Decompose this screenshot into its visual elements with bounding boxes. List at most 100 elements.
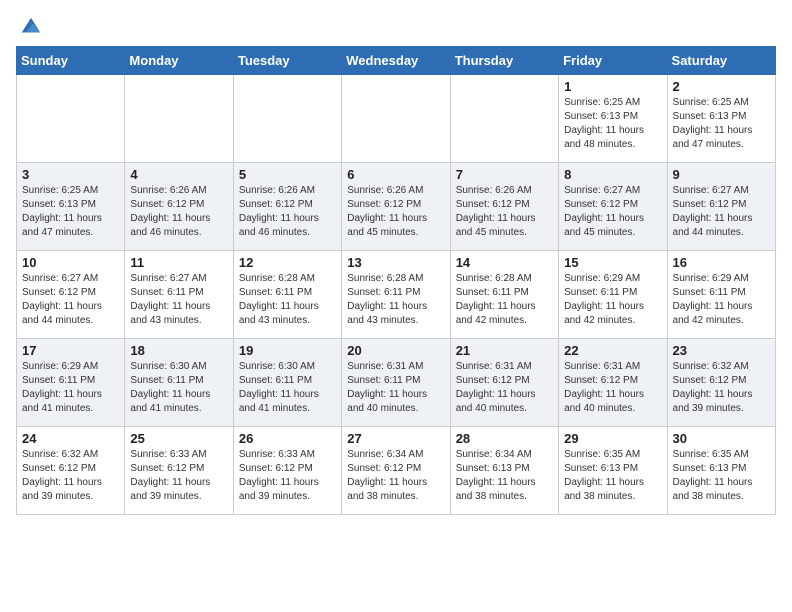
day-number: 2 xyxy=(673,79,770,94)
calendar-cell: 24 Sunrise: 6:32 AM Sunset: 6:12 PM Dayli… xyxy=(17,427,125,515)
day-number: 24 xyxy=(22,431,119,446)
day-info: Sunrise: 6:28 AM Sunset: 6:11 PM Dayligh… xyxy=(347,272,444,328)
day-info: Sunrise: 6:29 AM Sunset: 6:11 PM Dayligh… xyxy=(22,360,119,416)
day-number: 26 xyxy=(239,431,336,446)
day-number: 12 xyxy=(239,255,336,270)
day-number: 29 xyxy=(564,431,661,446)
day-info: Sunrise: 6:32 AM Sunset: 6:12 PM Dayligh… xyxy=(673,360,770,416)
day-info: Sunrise: 6:28 AM Sunset: 6:11 PM Dayligh… xyxy=(456,272,553,328)
day-info: Sunrise: 6:31 AM Sunset: 6:12 PM Dayligh… xyxy=(456,360,553,416)
calendar-cell: 9 Sunrise: 6:27 AM Sunset: 6:12 PM Daylig… xyxy=(667,163,775,251)
day-info: Sunrise: 6:35 AM Sunset: 6:13 PM Dayligh… xyxy=(673,448,770,504)
calendar-week-row: 17 Sunrise: 6:29 AM Sunset: 6:11 PM Dayli… xyxy=(17,339,776,427)
day-info: Sunrise: 6:33 AM Sunset: 6:12 PM Dayligh… xyxy=(239,448,336,504)
day-info: Sunrise: 6:25 AM Sunset: 6:13 PM Dayligh… xyxy=(673,96,770,152)
day-number: 1 xyxy=(564,79,661,94)
day-number: 8 xyxy=(564,167,661,182)
day-info: Sunrise: 6:26 AM Sunset: 6:12 PM Dayligh… xyxy=(130,184,227,240)
calendar-cell: 20Sunrise: 6:31 AM Sunset: 6:11 PM Dayli… xyxy=(342,339,450,427)
calendar-cell: 2 Sunrise: 6:25 AM Sunset: 6:13 PM Daylig… xyxy=(667,75,775,163)
day-info: Sunrise: 6:30 AM Sunset: 6:11 PM Dayligh… xyxy=(239,360,336,416)
day-number: 15 xyxy=(564,255,661,270)
day-info: Sunrise: 6:28 AM Sunset: 6:11 PM Dayligh… xyxy=(239,272,336,328)
calendar-cell: 21 Sunrise: 6:31 AM Sunset: 6:12 PM Dayli… xyxy=(450,339,558,427)
day-info: Sunrise: 6:26 AM Sunset: 6:12 PM Dayligh… xyxy=(347,184,444,240)
day-number: 25 xyxy=(130,431,227,446)
day-info: Sunrise: 6:25 AM Sunset: 6:13 PM Dayligh… xyxy=(22,184,119,240)
calendar-cell: 19 Sunrise: 6:30 AM Sunset: 6:11 PM Dayli… xyxy=(233,339,341,427)
weekday-header: Saturday xyxy=(667,47,775,75)
calendar-cell: 28 Sunrise: 6:34 AM Sunset: 6:13 PM Dayli… xyxy=(450,427,558,515)
calendar-cell: 26 Sunrise: 6:33 AM Sunset: 6:12 PM Dayli… xyxy=(233,427,341,515)
day-number: 20 xyxy=(347,343,444,358)
calendar-week-row: 1 Sunrise: 6:25 AM Sunset: 6:13 PM Daylig… xyxy=(17,75,776,163)
calendar-cell: 11 Sunrise: 6:27 AM Sunset: 6:11 PM Dayli… xyxy=(125,251,233,339)
day-number: 18 xyxy=(130,343,227,358)
day-info: Sunrise: 6:29 AM Sunset: 6:11 PM Dayligh… xyxy=(564,272,661,328)
day-number: 7 xyxy=(456,167,553,182)
calendar-cell: 15 Sunrise: 6:29 AM Sunset: 6:11 PM Dayli… xyxy=(559,251,667,339)
day-number: 9 xyxy=(673,167,770,182)
day-info: Sunrise: 6:30 AM Sunset: 6:11 PM Dayligh… xyxy=(130,360,227,416)
calendar-cell xyxy=(125,75,233,163)
calendar-cell: 8 Sunrise: 6:27 AM Sunset: 6:12 PM Daylig… xyxy=(559,163,667,251)
weekday-header: Wednesday xyxy=(342,47,450,75)
day-number: 6 xyxy=(347,167,444,182)
weekday-header: Tuesday xyxy=(233,47,341,75)
calendar-cell xyxy=(17,75,125,163)
calendar-cell xyxy=(450,75,558,163)
calendar-week-row: 3Sunrise: 6:25 AM Sunset: 6:13 PM Daylig… xyxy=(17,163,776,251)
day-number: 10 xyxy=(22,255,119,270)
calendar-cell: 16 Sunrise: 6:29 AM Sunset: 6:11 PM Dayli… xyxy=(667,251,775,339)
day-number: 19 xyxy=(239,343,336,358)
calendar-cell: 6 Sunrise: 6:26 AM Sunset: 6:12 PM Daylig… xyxy=(342,163,450,251)
calendar-cell: 18 Sunrise: 6:30 AM Sunset: 6:11 PM Dayli… xyxy=(125,339,233,427)
day-info: Sunrise: 6:29 AM Sunset: 6:11 PM Dayligh… xyxy=(673,272,770,328)
day-number: 30 xyxy=(673,431,770,446)
day-number: 21 xyxy=(456,343,553,358)
day-number: 13 xyxy=(347,255,444,270)
calendar-cell: 17 Sunrise: 6:29 AM Sunset: 6:11 PM Dayli… xyxy=(17,339,125,427)
calendar-cell: 25 Sunrise: 6:33 AM Sunset: 6:12 PM Dayli… xyxy=(125,427,233,515)
calendar-cell: 5Sunrise: 6:26 AM Sunset: 6:12 PM Daylig… xyxy=(233,163,341,251)
day-info: Sunrise: 6:35 AM Sunset: 6:13 PM Dayligh… xyxy=(564,448,661,504)
weekday-header: Monday xyxy=(125,47,233,75)
calendar-cell: 14Sunrise: 6:28 AM Sunset: 6:11 PM Dayli… xyxy=(450,251,558,339)
day-number: 17 xyxy=(22,343,119,358)
calendar-cell: 30 Sunrise: 6:35 AM Sunset: 6:13 PM Dayli… xyxy=(667,427,775,515)
day-number: 16 xyxy=(673,255,770,270)
day-number: 4 xyxy=(130,167,227,182)
day-info: Sunrise: 6:26 AM Sunset: 6:12 PM Dayligh… xyxy=(239,184,336,240)
calendar-table: SundayMondayTuesdayWednesdayThursdayFrid… xyxy=(16,46,776,515)
calendar-cell: 29 Sunrise: 6:35 AM Sunset: 6:13 PM Dayli… xyxy=(559,427,667,515)
day-number: 28 xyxy=(456,431,553,446)
calendar-cell: 10 Sunrise: 6:27 AM Sunset: 6:12 PM Dayli… xyxy=(17,251,125,339)
day-number: 11 xyxy=(130,255,227,270)
page-header xyxy=(16,16,776,34)
day-info: Sunrise: 6:31 AM Sunset: 6:12 PM Dayligh… xyxy=(564,360,661,416)
day-info: Sunrise: 6:27 AM Sunset: 6:12 PM Dayligh… xyxy=(22,272,119,328)
calendar-cell: 4 Sunrise: 6:26 AM Sunset: 6:12 PM Daylig… xyxy=(125,163,233,251)
day-info: Sunrise: 6:32 AM Sunset: 6:12 PM Dayligh… xyxy=(22,448,119,504)
day-info: Sunrise: 6:27 AM Sunset: 6:11 PM Dayligh… xyxy=(130,272,227,328)
day-info: Sunrise: 6:34 AM Sunset: 6:13 PM Dayligh… xyxy=(456,448,553,504)
weekday-header: Thursday xyxy=(450,47,558,75)
day-info: Sunrise: 6:27 AM Sunset: 6:12 PM Dayligh… xyxy=(673,184,770,240)
day-info: Sunrise: 6:34 AM Sunset: 6:12 PM Dayligh… xyxy=(347,448,444,504)
day-info: Sunrise: 6:27 AM Sunset: 6:12 PM Dayligh… xyxy=(564,184,661,240)
calendar-cell: 12 Sunrise: 6:28 AM Sunset: 6:11 PM Dayli… xyxy=(233,251,341,339)
calendar-week-row: 24 Sunrise: 6:32 AM Sunset: 6:12 PM Dayli… xyxy=(17,427,776,515)
calendar-cell xyxy=(233,75,341,163)
calendar-cell: 7 Sunrise: 6:26 AM Sunset: 6:12 PM Daylig… xyxy=(450,163,558,251)
day-info: Sunrise: 6:33 AM Sunset: 6:12 PM Dayligh… xyxy=(130,448,227,504)
day-number: 22 xyxy=(564,343,661,358)
calendar-week-row: 10 Sunrise: 6:27 AM Sunset: 6:12 PM Dayli… xyxy=(17,251,776,339)
day-info: Sunrise: 6:26 AM Sunset: 6:12 PM Dayligh… xyxy=(456,184,553,240)
weekday-header: Friday xyxy=(559,47,667,75)
day-info: Sunrise: 6:25 AM Sunset: 6:13 PM Dayligh… xyxy=(564,96,661,152)
logo xyxy=(16,16,42,34)
calendar-cell: 27Sunrise: 6:34 AM Sunset: 6:12 PM Dayli… xyxy=(342,427,450,515)
calendar-cell: 22 Sunrise: 6:31 AM Sunset: 6:12 PM Dayli… xyxy=(559,339,667,427)
calendar-cell: 23Sunrise: 6:32 AM Sunset: 6:12 PM Dayli… xyxy=(667,339,775,427)
logo-icon xyxy=(20,16,42,38)
